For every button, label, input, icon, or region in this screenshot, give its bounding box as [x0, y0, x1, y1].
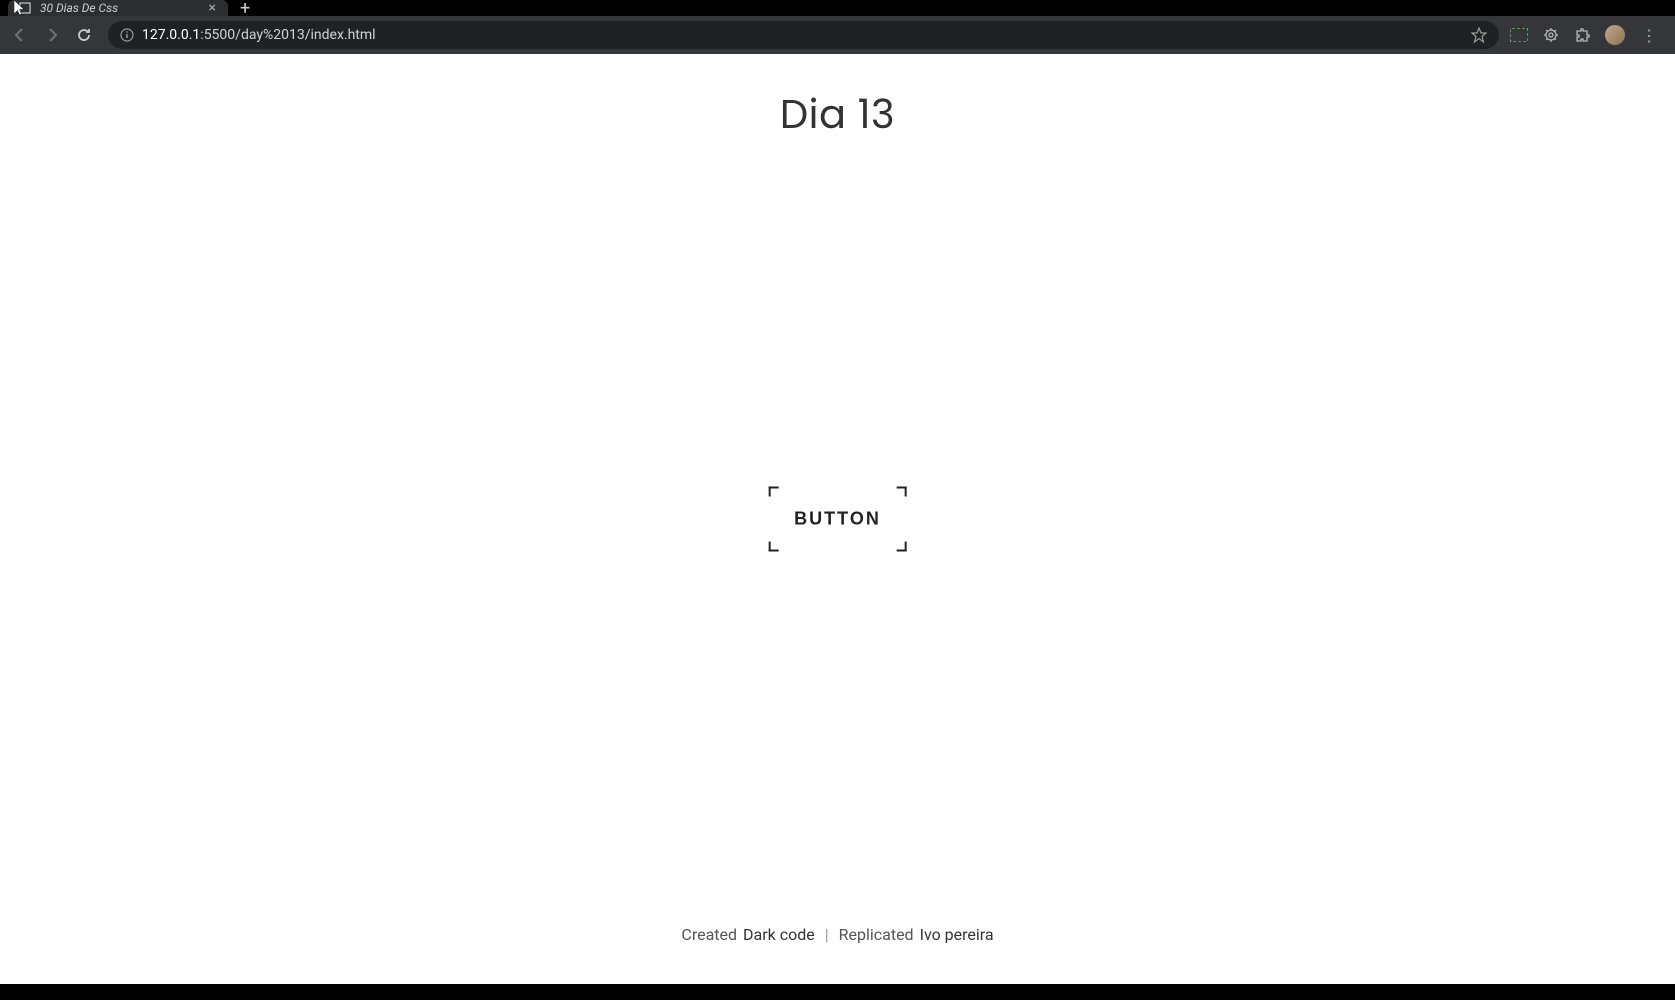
back-button[interactable] — [6, 21, 34, 49]
corner-br-icon — [897, 542, 907, 552]
footer-created-label: Created — [681, 925, 737, 944]
extension-gear-icon[interactable] — [1541, 25, 1561, 45]
browser-toolbar: 127.0.0.1:5500/day%2013/index.html ⋮ — [0, 16, 1675, 54]
menu-icon[interactable]: ⋮ — [1637, 26, 1661, 45]
corner-bl-icon — [768, 542, 778, 552]
url-port: :5500 — [200, 27, 235, 43]
tab-close-icon[interactable]: × — [207, 0, 218, 16]
demo-button[interactable]: BUTTON — [770, 489, 905, 550]
address-bar[interactable]: 127.0.0.1:5500/day%2013/index.html — [108, 21, 1499, 49]
button-container: BUTTON — [770, 489, 905, 550]
extension-screen-icon[interactable] — [1509, 25, 1529, 45]
tab-title: 30 Dias De Css — [40, 1, 199, 15]
button-label: BUTTON — [794, 509, 881, 529]
tab-favicon-icon — [18, 1, 32, 15]
tab-bar: 30 Dias De Css × + — [0, 0, 1675, 16]
reload-button[interactable] — [70, 21, 98, 49]
url-text: 127.0.0.1:5500/day%2013/index.html — [142, 27, 1463, 43]
site-info-icon[interactable] — [120, 28, 134, 42]
bottom-bar — [0, 984, 1675, 1000]
footer-replicated-label: Replicated — [839, 925, 914, 944]
url-host: 127.0.0.1 — [142, 27, 200, 43]
footer-replicated-link[interactable]: Ivo pereira — [920, 925, 994, 944]
browser-chrome: 30 Dias De Css × + 127.0.0.1:5500/day%20… — [0, 0, 1675, 54]
page-title: Dia 13 — [780, 84, 895, 144]
footer-separator: | — [825, 925, 829, 944]
browser-tab[interactable]: 30 Dias De Css × — [8, 0, 228, 16]
corner-tl-icon — [768, 487, 778, 497]
page-content: Dia 13 BUTTON Created Dark code | Replic… — [0, 54, 1675, 984]
footer: Created Dark code | Replicated Ivo perei… — [681, 925, 993, 944]
extensions-icon[interactable] — [1573, 25, 1593, 45]
forward-button[interactable] — [38, 21, 66, 49]
corner-tr-icon — [897, 487, 907, 497]
url-path: /day%2013/index.html — [235, 27, 375, 43]
footer-created-link[interactable]: Dark code — [743, 925, 815, 944]
profile-avatar[interactable] — [1605, 25, 1625, 45]
bookmark-icon[interactable] — [1471, 27, 1487, 43]
toolbar-right: ⋮ — [1509, 25, 1669, 45]
